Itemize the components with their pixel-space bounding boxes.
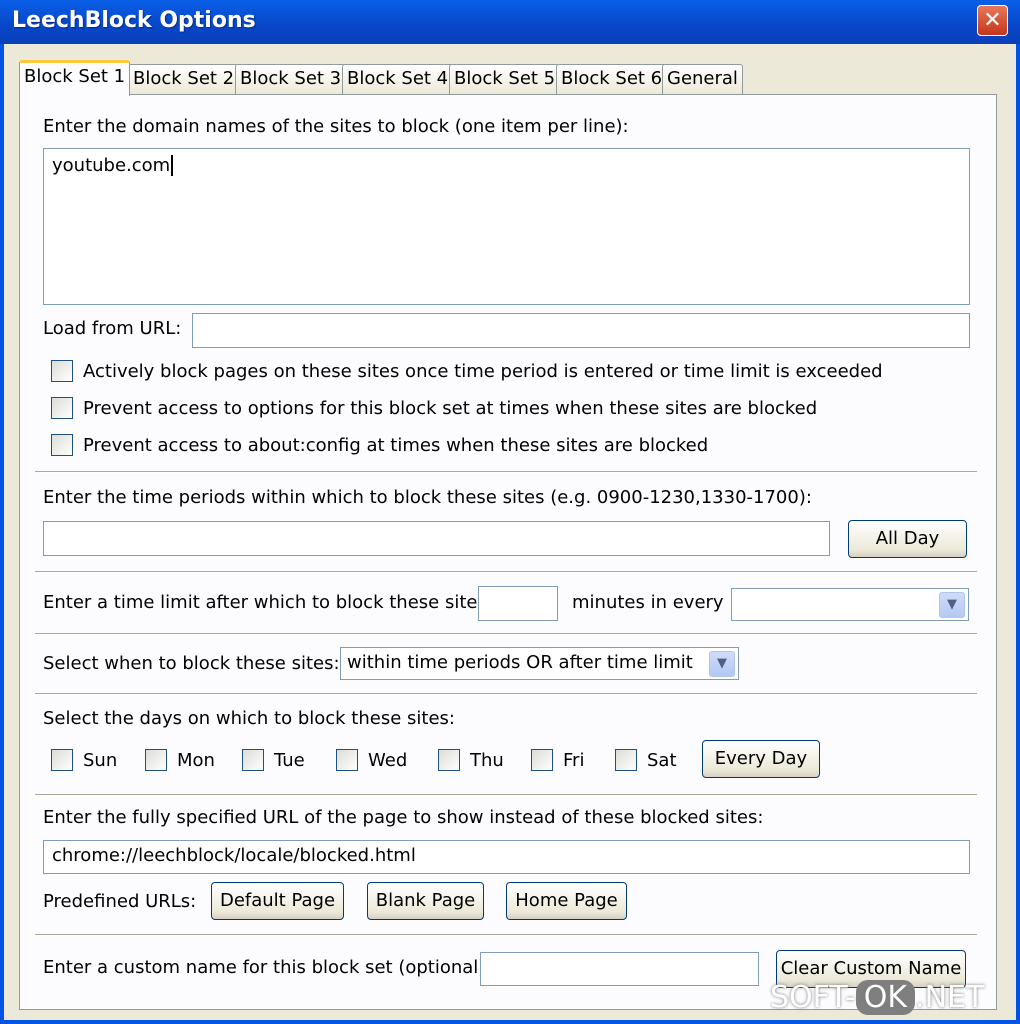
separator <box>35 633 977 635</box>
all-day-button[interactable]: All Day <box>848 520 967 558</box>
tab-block-set-4[interactable]: Block Set 4 <box>342 64 454 94</box>
time-limit-period-select[interactable] <box>731 588 969 621</box>
day-mon-label: Mon <box>177 750 215 771</box>
separator <box>35 571 977 573</box>
separator <box>35 693 977 695</box>
day-sat-checkbox[interactable] <box>615 749 637 771</box>
day-sat-label: Sat <box>647 750 677 771</box>
time-periods-label: Enter the time periods within which to b… <box>43 487 812 508</box>
actively-block-checkbox[interactable] <box>51 360 73 382</box>
day-wed-checkbox[interactable] <box>336 749 358 771</box>
close-button[interactable]: ✕ <box>977 5 1008 36</box>
separator <box>35 471 977 473</box>
tab-block-set-2[interactable]: Block Set 2 <box>128 64 240 94</box>
time-limit-label: Enter a time limit after which to block … <box>43 592 493 613</box>
tab-general[interactable]: General <box>662 64 743 94</box>
redirect-url-label: Enter the fully specified URL of the pag… <box>43 807 764 828</box>
day-fri-checkbox[interactable] <box>531 749 553 771</box>
sites-textarea-value: youtube.com <box>52 155 171 176</box>
tab-block-set-5[interactable]: Block Set 5 <box>449 64 561 94</box>
close-icon: ✕ <box>983 8 1002 33</box>
tab-block-set-1[interactable]: Block Set 1 <box>19 60 131 96</box>
sites-textarea[interactable]: youtube.com <box>43 148 970 305</box>
redirect-url-input[interactable]: chrome://leechblock/locale/blocked.html <box>43 840 970 874</box>
prevent-options-checkbox[interactable] <box>51 397 73 419</box>
prevent-options-label: Prevent access to options for this block… <box>83 398 818 419</box>
watermark: SOFT- OK .NET <box>770 980 984 1015</box>
day-wed-label: Wed <box>368 750 408 771</box>
tab-block-set-6[interactable]: Block Set 6 <box>556 64 668 94</box>
sites-label: Enter the domain names of the sites to b… <box>43 116 629 137</box>
day-thu-label: Thu <box>470 750 504 771</box>
day-thu-checkbox[interactable] <box>438 749 460 771</box>
custom-name-input[interactable] <box>480 952 759 986</box>
blank-page-button[interactable]: Blank Page <box>367 882 484 920</box>
chevron-down-icon[interactable]: ▼ <box>709 651 735 677</box>
separator <box>35 794 977 796</box>
home-page-button[interactable]: Home Page <box>506 882 627 920</box>
day-fri-label: Fri <box>563 750 585 771</box>
default-page-button[interactable]: Default Page <box>211 882 344 920</box>
prevent-about-config-label: Prevent access to about:config at times … <box>83 435 709 456</box>
prevent-about-config-checkbox[interactable] <box>51 434 73 456</box>
minutes-in-every-label: minutes in every <box>572 592 724 613</box>
block-mode-select[interactable]: within time periods OR after time limit <box>340 647 739 680</box>
block-mode-label: Select when to block these sites: <box>43 653 340 674</box>
time-periods-input[interactable] <box>43 521 830 556</box>
watermark-right: .NET <box>915 980 985 1015</box>
time-limit-minutes-input[interactable] <box>478 586 558 621</box>
every-day-button[interactable]: Every Day <box>702 740 820 778</box>
day-sun-checkbox[interactable] <box>51 749 73 771</box>
custom-name-label: Enter a custom name for this block set (… <box>43 957 492 978</box>
load-url-input[interactable] <box>192 313 970 348</box>
tab-block-set-3[interactable]: Block Set 3 <box>235 64 347 94</box>
day-sun-label: Sun <box>83 750 118 771</box>
actively-block-label: Actively block pages on these sites once… <box>83 361 883 382</box>
window-title: LeechBlock Options <box>12 8 256 33</box>
load-url-label: Load from URL: <box>43 318 182 339</box>
chevron-down-icon[interactable]: ▼ <box>939 592 965 618</box>
day-tue-label: Tue <box>274 750 305 771</box>
separator <box>35 934 977 936</box>
block-mode-value: within time periods OR after time limit <box>347 652 693 673</box>
days-label: Select the days on which to block these … <box>43 708 455 729</box>
watermark-left: SOFT- <box>770 980 856 1015</box>
day-tue-checkbox[interactable] <box>242 749 264 771</box>
watermark-ok: OK <box>855 980 916 1015</box>
predefined-urls-label: Predefined URLs: <box>43 891 197 912</box>
day-mon-checkbox[interactable] <box>145 749 167 771</box>
